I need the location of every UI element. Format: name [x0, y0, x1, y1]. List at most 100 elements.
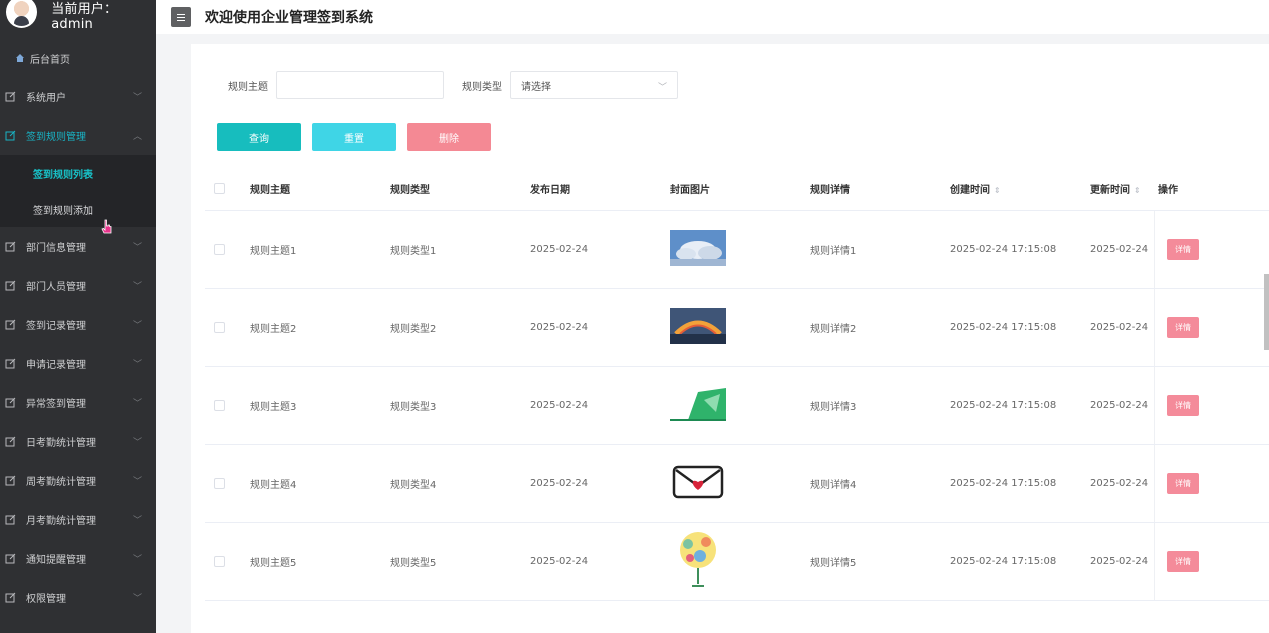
chevron-down-icon: ﹀ [132, 399, 142, 409]
detail-button[interactable]: 详情 [1167, 395, 1199, 416]
sidebar-item-daily-stats[interactable]: 日考勤统计管理 ﹀ [0, 422, 156, 461]
cell-topic: 规则主题5 [250, 558, 297, 569]
green-logo-image [670, 386, 726, 422]
sort-icon[interactable]: ⇕ [994, 186, 1001, 195]
sidebar-item-label: 日考勤统计管理 [26, 438, 96, 449]
column-header-topic: 规则主题 [250, 184, 290, 196]
detail-button[interactable]: 详情 [1167, 551, 1199, 572]
chevron-down-icon: ﹀ [132, 555, 142, 565]
type-filter-placeholder: 请选择 [521, 81, 551, 93]
sidebar-item-checkin-records[interactable]: 签到记录管理 ﹀ [0, 305, 156, 344]
chevron-down-icon: ﹀ [132, 594, 142, 604]
column-header-updated-label: 更新时间 [1090, 184, 1130, 196]
sidebar-item-department-info[interactable]: 部门信息管理 ﹀ [0, 227, 156, 266]
cell-updated: 2025-02-24 [1090, 400, 1149, 411]
sidebar-item-system-users[interactable]: 系统用户 ﹀ [0, 77, 156, 116]
detail-button[interactable]: 详情 [1167, 239, 1199, 260]
cell-type: 规则类型2 [390, 324, 437, 335]
column-header-created[interactable]: 创建时间 ⇕ [950, 181, 1090, 196]
sidebar-item-permissions[interactable]: 权限管理 ﹀ [0, 578, 156, 617]
sidebar-item-label: 周考勤统计管理 [26, 477, 96, 488]
cell-detail: 规则详情1 [810, 246, 857, 257]
edit-icon [4, 397, 16, 409]
edit-icon [4, 475, 16, 487]
row-checkbox[interactable] [214, 400, 225, 411]
cell-type: 规则类型4 [390, 480, 437, 491]
chevron-down-icon: ﹀ [132, 321, 142, 331]
cell-topic: 规则主题1 [250, 246, 297, 257]
topic-filter-label: 规则主题 [228, 81, 268, 93]
chevron-down-icon: ﹀ [132, 282, 142, 292]
column-header-image: 封面图片 [670, 184, 710, 196]
detail-button[interactable]: 详情 [1167, 473, 1199, 494]
column-header-type: 规则类型 [390, 184, 430, 196]
sidebar-item-label: 通知提醒管理 [26, 555, 86, 566]
column-header-detail: 规则详情 [810, 184, 850, 196]
type-filter-select[interactable]: 请选择 ﹀ [510, 71, 678, 99]
edit-icon [4, 592, 16, 604]
type-filter-label: 规则类型 [462, 81, 502, 93]
table-row: 规则主题3 规则类型3 2025-02-24 规则详情3 2025-02-24 … [205, 367, 1269, 445]
rules-table: 规则主题 规则类型 发布日期 封面图片 规则详情 创建时间 ⇕ 更新时间 ⇕ 操作 … [205, 166, 1269, 601]
delete-button[interactable]: 删除 [407, 123, 491, 151]
sidebar: 当前用户：admin 后台首页 系统用户 ﹀ 签到规则管理 ︿ 签到规则列表 签… [0, 0, 156, 633]
cell-updated: 2025-02-24 [1090, 478, 1149, 489]
row-checkbox[interactable] [214, 322, 225, 333]
cell-detail: 规则详情3 [810, 402, 857, 413]
sidebar-item-monthly-stats[interactable]: 月考勤统计管理 ﹀ [0, 500, 156, 539]
cell-created: 2025-02-24 17:15:08 [950, 400, 1057, 411]
table-row: 规则主题2 规则类型2 2025-02-24 规则详情2 2025-02-24 … [205, 289, 1269, 367]
page-title: 欢迎使用企业管理签到系统 [205, 10, 373, 26]
sidebar-item-abnormal-checkin[interactable]: 异常签到管理 ﹀ [0, 383, 156, 422]
column-header-op: 操作 [1158, 184, 1178, 196]
row-checkbox[interactable] [214, 478, 225, 489]
sidebar-item-application-records[interactable]: 申请记录管理 ﹀ [0, 344, 156, 383]
column-header-created-label: 创建时间 [950, 184, 990, 196]
balloon-tree-image [670, 530, 726, 590]
chevron-down-icon: ﹀ [132, 438, 142, 448]
reset-button[interactable]: 重置 [312, 123, 396, 151]
edit-icon [4, 436, 16, 448]
table-row: 规则主题1 规则类型1 2025-02-24 规则详情1 2025-02-24 … [205, 211, 1269, 289]
sidebar-item-weekly-stats[interactable]: 周考勤统计管理 ﹀ [0, 461, 156, 500]
sidebar-item-notifications[interactable]: 通知提醒管理 ﹀ [0, 539, 156, 578]
cell-date: 2025-02-24 [530, 400, 589, 411]
column-header-updated[interactable]: 更新时间 ⇕ [1090, 181, 1154, 196]
cell-updated: 2025-02-24 [1090, 556, 1149, 567]
sidebar-item-label: 异常签到管理 [26, 399, 86, 410]
user-info: 当前用户：admin [0, 0, 156, 32]
cell-type: 规则类型3 [390, 402, 437, 413]
select-all-checkbox[interactable] [214, 182, 225, 194]
chevron-down-icon: ﹀ [132, 477, 142, 487]
sidebar-item-home[interactable]: 后台首页 [0, 39, 156, 77]
sky-clouds-image [670, 230, 726, 266]
sidebar-item-checkin-rules[interactable]: 签到规则管理 ︿ [0, 116, 156, 155]
chevron-down-icon: ﹀ [132, 243, 142, 253]
cell-updated: 2025-02-24 [1090, 322, 1149, 333]
avatar[interactable] [6, 0, 38, 28]
hand-cursor-icon [101, 219, 112, 234]
action-buttons: 查询 重置 删除 [217, 123, 502, 151]
sidebar-item-label: 部门信息管理 [26, 243, 86, 254]
sidebar-item-rule-list[interactable]: 签到规则列表 [0, 155, 156, 191]
row-checkbox[interactable] [214, 244, 225, 255]
scrollbar-thumb[interactable] [1264, 274, 1269, 350]
top-header: 欢迎使用企业管理签到系统 [156, 0, 1269, 34]
sidebar-item-department-staff[interactable]: 部门人员管理 ﹀ [0, 266, 156, 305]
sidebar-item-label: 部门人员管理 [26, 282, 86, 293]
table-row: 规则主题4 规则类型4 2025-02-24 规则详情4 2025-02-24 … [205, 445, 1269, 523]
detail-button[interactable]: 详情 [1167, 317, 1199, 338]
query-button[interactable]: 查询 [217, 123, 301, 151]
cell-detail: 规则详情4 [810, 480, 857, 491]
topic-filter-input[interactable] [276, 71, 444, 99]
cell-topic: 规则主题4 [250, 480, 297, 491]
submenu-checkin-rules: 签到规则列表 签到规则添加 [0, 155, 156, 227]
sort-icon[interactable]: ⇕ [1134, 186, 1141, 195]
sidebar-item-label: 权限管理 [26, 594, 66, 605]
row-checkbox[interactable] [214, 556, 225, 567]
sidebar-item-rule-add[interactable]: 签到规则添加 [0, 191, 156, 227]
sidebar-item-label: 后台首页 [30, 54, 70, 66]
cell-date: 2025-02-24 [530, 556, 589, 567]
envelope-heart-image [670, 464, 726, 500]
menu-toggle-icon[interactable] [171, 7, 191, 27]
